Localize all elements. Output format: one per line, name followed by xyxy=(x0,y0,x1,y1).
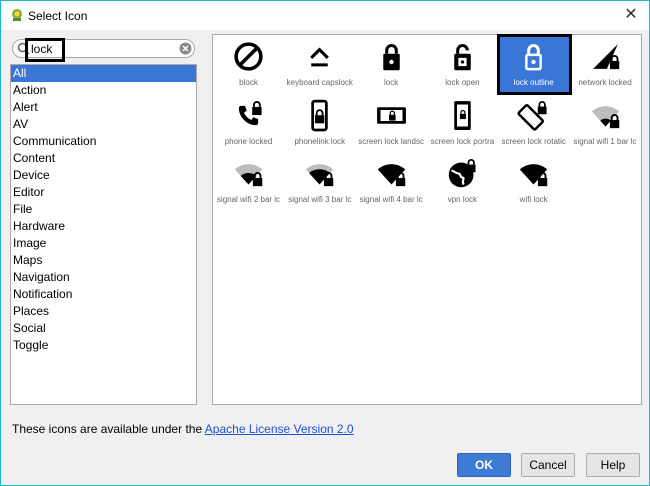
vpn-lock-icon xyxy=(448,159,476,188)
signal-wifi-2-bar-lock-icon xyxy=(234,164,263,187)
signal-wifi-3-bar-lock-icon xyxy=(306,164,334,187)
category-item-notification[interactable]: Notification xyxy=(11,286,196,303)
icon-tile-lock[interactable]: lock xyxy=(356,35,427,93)
icon-tile-signal-wifi-4-bar-lc[interactable]: signal wifi 4 bar lc xyxy=(356,152,427,210)
icon-tile-keyboard-capslock[interactable]: keyboard capslock xyxy=(284,35,355,93)
icon-tile-label: screen lock landsc xyxy=(358,136,424,146)
icon-tile-screen-lock-rotatic[interactable]: screen lock rotatic xyxy=(498,94,569,152)
category-item-social[interactable]: Social xyxy=(11,320,196,337)
icon-tile-label: phonelink lock xyxy=(294,136,346,146)
keyboard-capslock-icon xyxy=(310,47,330,67)
android-studio-icon xyxy=(12,9,22,21)
icon-tile-lock-outline[interactable]: lock outline xyxy=(498,35,570,93)
icon-tile-network-locked[interactable]: network locked xyxy=(570,35,641,93)
category-item-content[interactable]: Content xyxy=(11,150,196,167)
icon-tile-block[interactable]: block xyxy=(213,35,284,93)
lock-open-icon xyxy=(454,44,471,71)
category-item-navigation[interactable]: Navigation xyxy=(11,269,196,286)
icon-tile-signal-wifi-1-bar-lc[interactable]: signal wifi 1 bar lc xyxy=(570,94,641,152)
icon-tile-label: signal wifi 3 bar lc xyxy=(288,195,352,204)
icon-tile-label: screen lock rotatic xyxy=(501,136,566,146)
icon-tile-screen-lock-landsc[interactable]: screen lock landsc xyxy=(356,94,427,152)
icon-tile-label: vpn lock xyxy=(447,195,478,204)
license-link[interactable]: Apache License Version 2.0 xyxy=(205,422,354,436)
license-text: These icons are available under the xyxy=(12,422,203,436)
lock-outline-icon xyxy=(525,44,543,71)
icon-tile-signal-wifi-2-bar-lc[interactable]: signal wifi 2 bar lc xyxy=(213,152,284,210)
icon-grid: block keyboard capslock lock lock open lock … xyxy=(212,34,642,405)
select-icon-dialog: Select Icon ✕ AllActionAlertAVCommunicat… xyxy=(0,0,650,486)
block-icon xyxy=(234,42,263,71)
phonelink-lock-icon xyxy=(311,99,329,131)
category-item-all[interactable]: All xyxy=(11,65,196,82)
clear-search-icon[interactable] xyxy=(179,42,192,55)
help-button[interactable]: Help xyxy=(586,453,640,477)
icon-tile-label: keyboard capslock xyxy=(286,78,353,87)
icon-tile-label: screen lock portra xyxy=(430,136,495,146)
category-item-editor[interactable]: Editor xyxy=(11,184,196,201)
dialog-title: Select Icon xyxy=(28,9,88,23)
lock-icon xyxy=(382,44,400,71)
category-item-action[interactable]: Action xyxy=(11,82,196,99)
signal-wifi-1-bar-lock-icon xyxy=(591,105,619,128)
category-item-image[interactable]: Image xyxy=(11,235,196,252)
icon-tile-lock-open[interactable]: lock open xyxy=(427,35,498,93)
category-item-toggle[interactable]: Toggle xyxy=(11,337,196,354)
screen-lock-portrait-icon xyxy=(454,100,471,130)
network-locked-icon xyxy=(592,44,619,70)
cancel-button[interactable]: Cancel xyxy=(521,453,575,477)
phone-locked-icon xyxy=(238,100,262,125)
category-item-places[interactable]: Places xyxy=(11,303,196,320)
icon-tile-label: signal wifi 4 bar lc xyxy=(359,195,423,204)
icon-tile-wifi-lock[interactable]: wifi lock xyxy=(498,152,569,210)
icon-tile-phone-locked[interactable]: phone locked xyxy=(213,94,284,152)
screen-lock-rotation-icon xyxy=(517,100,547,131)
category-item-file[interactable]: File xyxy=(11,201,196,218)
icon-tile-label: phone locked xyxy=(224,136,273,146)
icon-tile-label: network locked xyxy=(578,78,632,87)
category-list: All Action Alert AV Communication Content Devi… xyxy=(10,64,197,405)
category-item-alert[interactable]: Alert xyxy=(11,99,196,116)
icon-tile-label: block xyxy=(239,78,258,87)
category-item-communication[interactable]: Communication xyxy=(11,133,196,150)
ok-button[interactable]: OK xyxy=(457,453,511,477)
icon-tile-label: lock open xyxy=(445,78,480,87)
category-item-av[interactable]: AV xyxy=(11,116,196,133)
icon-tile-signal-wifi-3-bar-lc[interactable]: signal wifi 3 bar lc xyxy=(284,152,355,210)
icon-tile-phonelink-lock[interactable]: phonelink lock xyxy=(284,94,355,152)
icon-tile-vpn-lock[interactable]: vpn lock xyxy=(427,152,498,210)
icon-tile-label: lock outline xyxy=(513,78,554,87)
category-item-hardware[interactable]: Hardware xyxy=(11,218,196,235)
title-bar: Select Icon ✕ xyxy=(1,1,649,30)
icon-tile-label: lock xyxy=(383,78,399,87)
license-note: These icons are available under the Apac… xyxy=(12,422,354,436)
screen-lock-landscape-icon xyxy=(376,106,406,124)
close-button[interactable]: ✕ xyxy=(618,4,644,26)
signal-wifi-4-bar-lock-icon xyxy=(377,164,405,187)
search-icon xyxy=(17,42,30,55)
wifi-lock-icon xyxy=(519,164,548,187)
icon-tile-label: signal wifi 2 bar lc xyxy=(216,195,281,204)
icon-tile-label: wifi lock xyxy=(519,195,548,204)
search-box[interactable] xyxy=(12,39,195,58)
icon-tile-screen-lock-portra[interactable]: screen lock portra xyxy=(427,94,498,152)
search-input[interactable] xyxy=(31,41,171,56)
category-item-device[interactable]: Device xyxy=(11,167,196,184)
icon-tile-label: signal wifi 1 bar lc xyxy=(573,136,637,146)
category-item-maps[interactable]: Maps xyxy=(11,252,196,269)
